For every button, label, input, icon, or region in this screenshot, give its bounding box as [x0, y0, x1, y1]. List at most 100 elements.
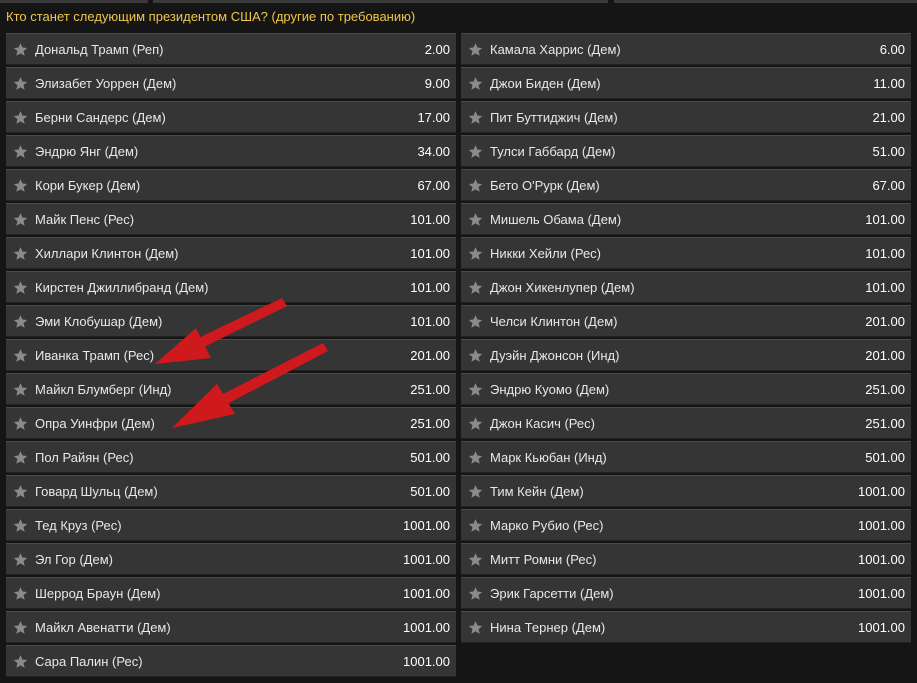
odds-value[interactable]: 201.00	[865, 314, 905, 329]
star-icon[interactable]	[12, 211, 28, 227]
odds-value[interactable]: 21.00	[872, 110, 905, 125]
star-icon[interactable]	[467, 75, 483, 91]
bet-option[interactable]: Эрик Гарсетти (Дем) 1001.00	[461, 577, 911, 609]
bet-option[interactable]: Мишель Обама (Дем) 101.00	[461, 203, 911, 235]
bet-option[interactable]: Нина Тернер (Дем) 1001.00	[461, 611, 911, 643]
star-icon[interactable]	[467, 211, 483, 227]
bet-option[interactable]: Майк Пенс (Рес) 101.00	[6, 203, 456, 235]
odds-value[interactable]: 67.00	[872, 178, 905, 193]
odds-value[interactable]: 1001.00	[858, 586, 905, 601]
bet-option[interactable]: Пит Буттиджич (Дем) 21.00	[461, 101, 911, 133]
top-tab-2[interactable]	[153, 0, 608, 3]
odds-value[interactable]: 101.00	[410, 280, 450, 295]
bet-option[interactable]: Берни Сандерс (Дем) 17.00	[6, 101, 456, 133]
bet-option[interactable]: Майкл Авенатти (Дем) 1001.00	[6, 611, 456, 643]
odds-value[interactable]: 101.00	[410, 212, 450, 227]
bet-option[interactable]: Иванка Трамп (Рес) 201.00	[6, 339, 456, 371]
odds-value[interactable]: 11.00	[873, 76, 905, 91]
odds-value[interactable]: 9.00	[425, 76, 450, 91]
bet-option[interactable]: Тулси Габбард (Дем) 51.00	[461, 135, 911, 167]
odds-value[interactable]: 2.00	[425, 42, 450, 57]
bet-option[interactable]: Тим Кейн (Дем) 1001.00	[461, 475, 911, 507]
star-icon[interactable]	[12, 551, 28, 567]
top-tab-3[interactable]	[614, 0, 917, 3]
odds-value[interactable]: 101.00	[865, 212, 905, 227]
star-icon[interactable]	[467, 109, 483, 125]
bet-option[interactable]: Марк Кьюбан (Инд) 501.00	[461, 441, 911, 473]
star-icon[interactable]	[12, 245, 28, 261]
star-icon[interactable]	[467, 381, 483, 397]
bet-option[interactable]: Марко Рубио (Рес) 1001.00	[461, 509, 911, 541]
star-icon[interactable]	[467, 415, 483, 431]
bet-option[interactable]: Опра Уинфри (Дем) 251.00	[6, 407, 456, 439]
star-icon[interactable]	[12, 177, 28, 193]
star-icon[interactable]	[467, 41, 483, 57]
star-icon[interactable]	[12, 415, 28, 431]
star-icon[interactable]	[467, 585, 483, 601]
bet-option[interactable]: Эми Клобушар (Дем) 101.00	[6, 305, 456, 337]
bet-option[interactable]: Кирстен Джиллибранд (Дем) 101.00	[6, 271, 456, 303]
star-icon[interactable]	[467, 347, 483, 363]
star-icon[interactable]	[12, 517, 28, 533]
star-icon[interactable]	[12, 279, 28, 295]
bet-option[interactable]: Шеррод Браун (Дем) 1001.00	[6, 577, 456, 609]
bet-option[interactable]: Элизабет Уоррен (Дем) 9.00	[6, 67, 456, 99]
bet-option[interactable]: Бето О'Рурк (Дем) 67.00	[461, 169, 911, 201]
bet-option[interactable]: Хиллари Клинтон (Дем) 101.00	[6, 237, 456, 269]
odds-value[interactable]: 501.00	[410, 484, 450, 499]
bet-option[interactable]: Кори Букер (Дем) 67.00	[6, 169, 456, 201]
odds-value[interactable]: 201.00	[410, 348, 450, 363]
odds-value[interactable]: 101.00	[410, 314, 450, 329]
bet-option[interactable]: Эндрю Янг (Дем) 34.00	[6, 135, 456, 167]
star-icon[interactable]	[467, 551, 483, 567]
odds-value[interactable]: 1001.00	[858, 552, 905, 567]
bet-option[interactable]: Камала Харрис (Дем) 6.00	[461, 33, 911, 65]
bet-option[interactable]: Эл Гор (Дем) 1001.00	[6, 543, 456, 575]
star-icon[interactable]	[467, 449, 483, 465]
star-icon[interactable]	[12, 75, 28, 91]
bet-option[interactable]: Дональд Трамп (Реп) 2.00	[6, 33, 456, 65]
odds-value[interactable]: 251.00	[865, 382, 905, 397]
star-icon[interactable]	[467, 143, 483, 159]
star-icon[interactable]	[12, 41, 28, 57]
odds-value[interactable]: 6.00	[880, 42, 905, 57]
odds-value[interactable]: 501.00	[865, 450, 905, 465]
odds-value[interactable]: 251.00	[410, 416, 450, 431]
odds-value[interactable]: 201.00	[865, 348, 905, 363]
odds-value[interactable]: 101.00	[410, 246, 450, 261]
star-icon[interactable]	[12, 585, 28, 601]
star-icon[interactable]	[12, 619, 28, 635]
bet-option[interactable]: Сара Палин (Рес) 1001.00	[6, 645, 456, 677]
bet-option[interactable]: Джои Биден (Дем) 11.00	[461, 67, 911, 99]
odds-value[interactable]: 251.00	[410, 382, 450, 397]
star-icon[interactable]	[467, 245, 483, 261]
odds-value[interactable]: 51.00	[872, 144, 905, 159]
bet-option[interactable]: Митт Ромни (Рес) 1001.00	[461, 543, 911, 575]
bet-option[interactable]: Говард Шульц (Дем) 501.00	[6, 475, 456, 507]
star-icon[interactable]	[467, 517, 483, 533]
odds-value[interactable]: 67.00	[417, 178, 450, 193]
star-icon[interactable]	[12, 347, 28, 363]
bet-option[interactable]: Дуэйн Джонсон (Инд) 201.00	[461, 339, 911, 371]
bet-option[interactable]: Тед Круз (Рес) 1001.00	[6, 509, 456, 541]
odds-value[interactable]: 251.00	[865, 416, 905, 431]
odds-value[interactable]: 17.00	[417, 110, 450, 125]
odds-value[interactable]: 1001.00	[403, 518, 450, 533]
odds-value[interactable]: 1001.00	[403, 654, 450, 669]
odds-value[interactable]: 1001.00	[403, 552, 450, 567]
star-icon[interactable]	[467, 483, 483, 499]
bet-option[interactable]: Джон Касич (Рес) 251.00	[461, 407, 911, 439]
odds-value[interactable]: 1001.00	[403, 620, 450, 635]
star-icon[interactable]	[12, 143, 28, 159]
star-icon[interactable]	[12, 653, 28, 669]
bet-option[interactable]: Никки Хейли (Рес) 101.00	[461, 237, 911, 269]
star-icon[interactable]	[12, 109, 28, 125]
star-icon[interactable]	[467, 313, 483, 329]
top-tab-1[interactable]	[0, 0, 148, 3]
odds-value[interactable]: 1001.00	[858, 518, 905, 533]
odds-value[interactable]: 34.00	[417, 144, 450, 159]
star-icon[interactable]	[12, 483, 28, 499]
star-icon[interactable]	[12, 313, 28, 329]
odds-value[interactable]: 1001.00	[403, 586, 450, 601]
star-icon[interactable]	[467, 177, 483, 193]
